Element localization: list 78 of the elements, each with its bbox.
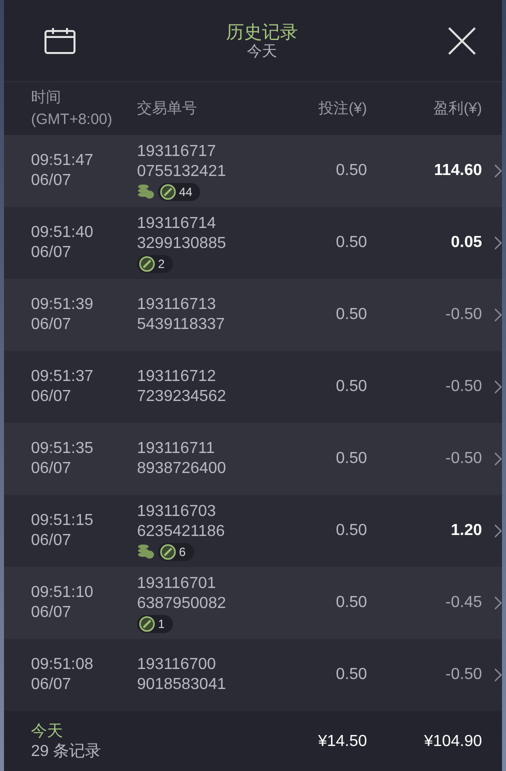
order-number: 193116711 (137, 439, 215, 459)
order-number: 193116717 (137, 142, 216, 162)
date-text: 06/07 (31, 603, 72, 623)
profit-amount: 0.05 (450, 233, 482, 253)
time-text: 09:51:08 (31, 655, 94, 675)
chevron-right-icon[interactable] (494, 596, 502, 610)
order-number: 5439118337 (137, 315, 225, 335)
record-count: 29 条记录 (31, 742, 102, 762)
chevron-right-icon[interactable] (494, 164, 502, 178)
order-number: 193116713 (137, 295, 216, 315)
page-title: 历史记录 (226, 20, 298, 42)
total-bet: ¥14.50 (317, 732, 367, 750)
order-number: 6235421186 (137, 522, 225, 542)
bet-amount: 0.50 (334, 233, 367, 253)
chevron-right-icon[interactable] (494, 668, 502, 682)
spin-count-badge: 1 (137, 614, 173, 632)
spin-count-badge: 6 (158, 542, 194, 560)
order-number: 193116703 (137, 502, 216, 522)
column-header: 盈利(¥) (432, 98, 482, 118)
date-text: 06/07 (31, 243, 72, 263)
date-text: 06/07 (31, 459, 72, 479)
total-profit: ¥104.90 (423, 732, 482, 750)
spin-icon (160, 184, 176, 200)
date-text: 06/07 (31, 315, 72, 335)
bet-amount: 0.50 (334, 161, 367, 181)
profit-amount: -0.50 (444, 305, 482, 325)
chevron-right-icon[interactable] (494, 236, 502, 250)
order-number: 3299130885 (137, 234, 226, 254)
order-number: 193116712 (137, 367, 216, 387)
bet-amount: 0.50 (334, 377, 367, 397)
calendar-icon[interactable] (44, 26, 76, 54)
bet-amount: 0.50 (334, 449, 367, 469)
time-text: 09:51:39 (31, 295, 94, 315)
page-subtitle: 今天 (247, 42, 277, 60)
profit-amount: -0.50 (444, 377, 482, 397)
spin-count-badge: 44 (158, 182, 200, 200)
date-text: 06/07 (31, 531, 72, 551)
order-number: 193116701 (137, 574, 216, 594)
order-number: 9018583041 (137, 675, 226, 695)
bet-amount: 0.50 (334, 521, 367, 541)
profit-amount: -0.50 (444, 665, 482, 685)
chevron-right-icon[interactable] (494, 380, 502, 394)
bet-amount: 0.50 (334, 665, 367, 685)
profit-amount: 1.20 (450, 521, 482, 541)
spin-icon (139, 256, 155, 272)
column-header: 时间 (GMT+8:00) (31, 88, 114, 130)
time-text: 09:51:15 (31, 511, 94, 531)
profit-amount: -0.50 (444, 449, 482, 469)
time-text: 09:51:47 (31, 151, 94, 171)
chevron-right-icon[interactable] (494, 308, 502, 322)
close-icon[interactable] (448, 26, 476, 54)
order-number: 7239234562 (137, 387, 226, 407)
column-header: 投注(¥) (318, 98, 367, 118)
order-number: 6387950082 (137, 594, 226, 614)
order-number: 193116700 (137, 655, 216, 675)
period-label: 今天 (31, 722, 64, 742)
spin-count-badge: 2 (137, 254, 173, 272)
spin-icon (160, 544, 176, 560)
column-header: 交易单号 (137, 98, 198, 118)
bet-amount: 0.50 (334, 305, 367, 325)
order-number: 8938726400 (137, 459, 226, 479)
spin-icon (139, 616, 155, 632)
bet-amount: 0.50 (334, 593, 367, 613)
order-number: 0755132421 (137, 162, 226, 182)
coins-icon (137, 184, 155, 200)
time-text: 09:51:37 (31, 367, 94, 387)
chevron-right-icon[interactable] (494, 524, 502, 538)
profit-amount: 114.60 (432, 161, 482, 181)
chevron-right-icon[interactable] (494, 452, 502, 466)
profit-amount: -0.45 (444, 593, 482, 613)
time-text: 09:51:10 (31, 583, 94, 603)
time-text: 09:51:40 (31, 223, 94, 243)
date-text: 06/07 (31, 675, 72, 695)
order-number: 193116714 (137, 214, 216, 234)
date-text: 06/07 (31, 171, 72, 191)
coins-icon (137, 544, 155, 560)
time-text: 09:51:35 (31, 439, 94, 459)
date-text: 06/07 (31, 387, 72, 407)
